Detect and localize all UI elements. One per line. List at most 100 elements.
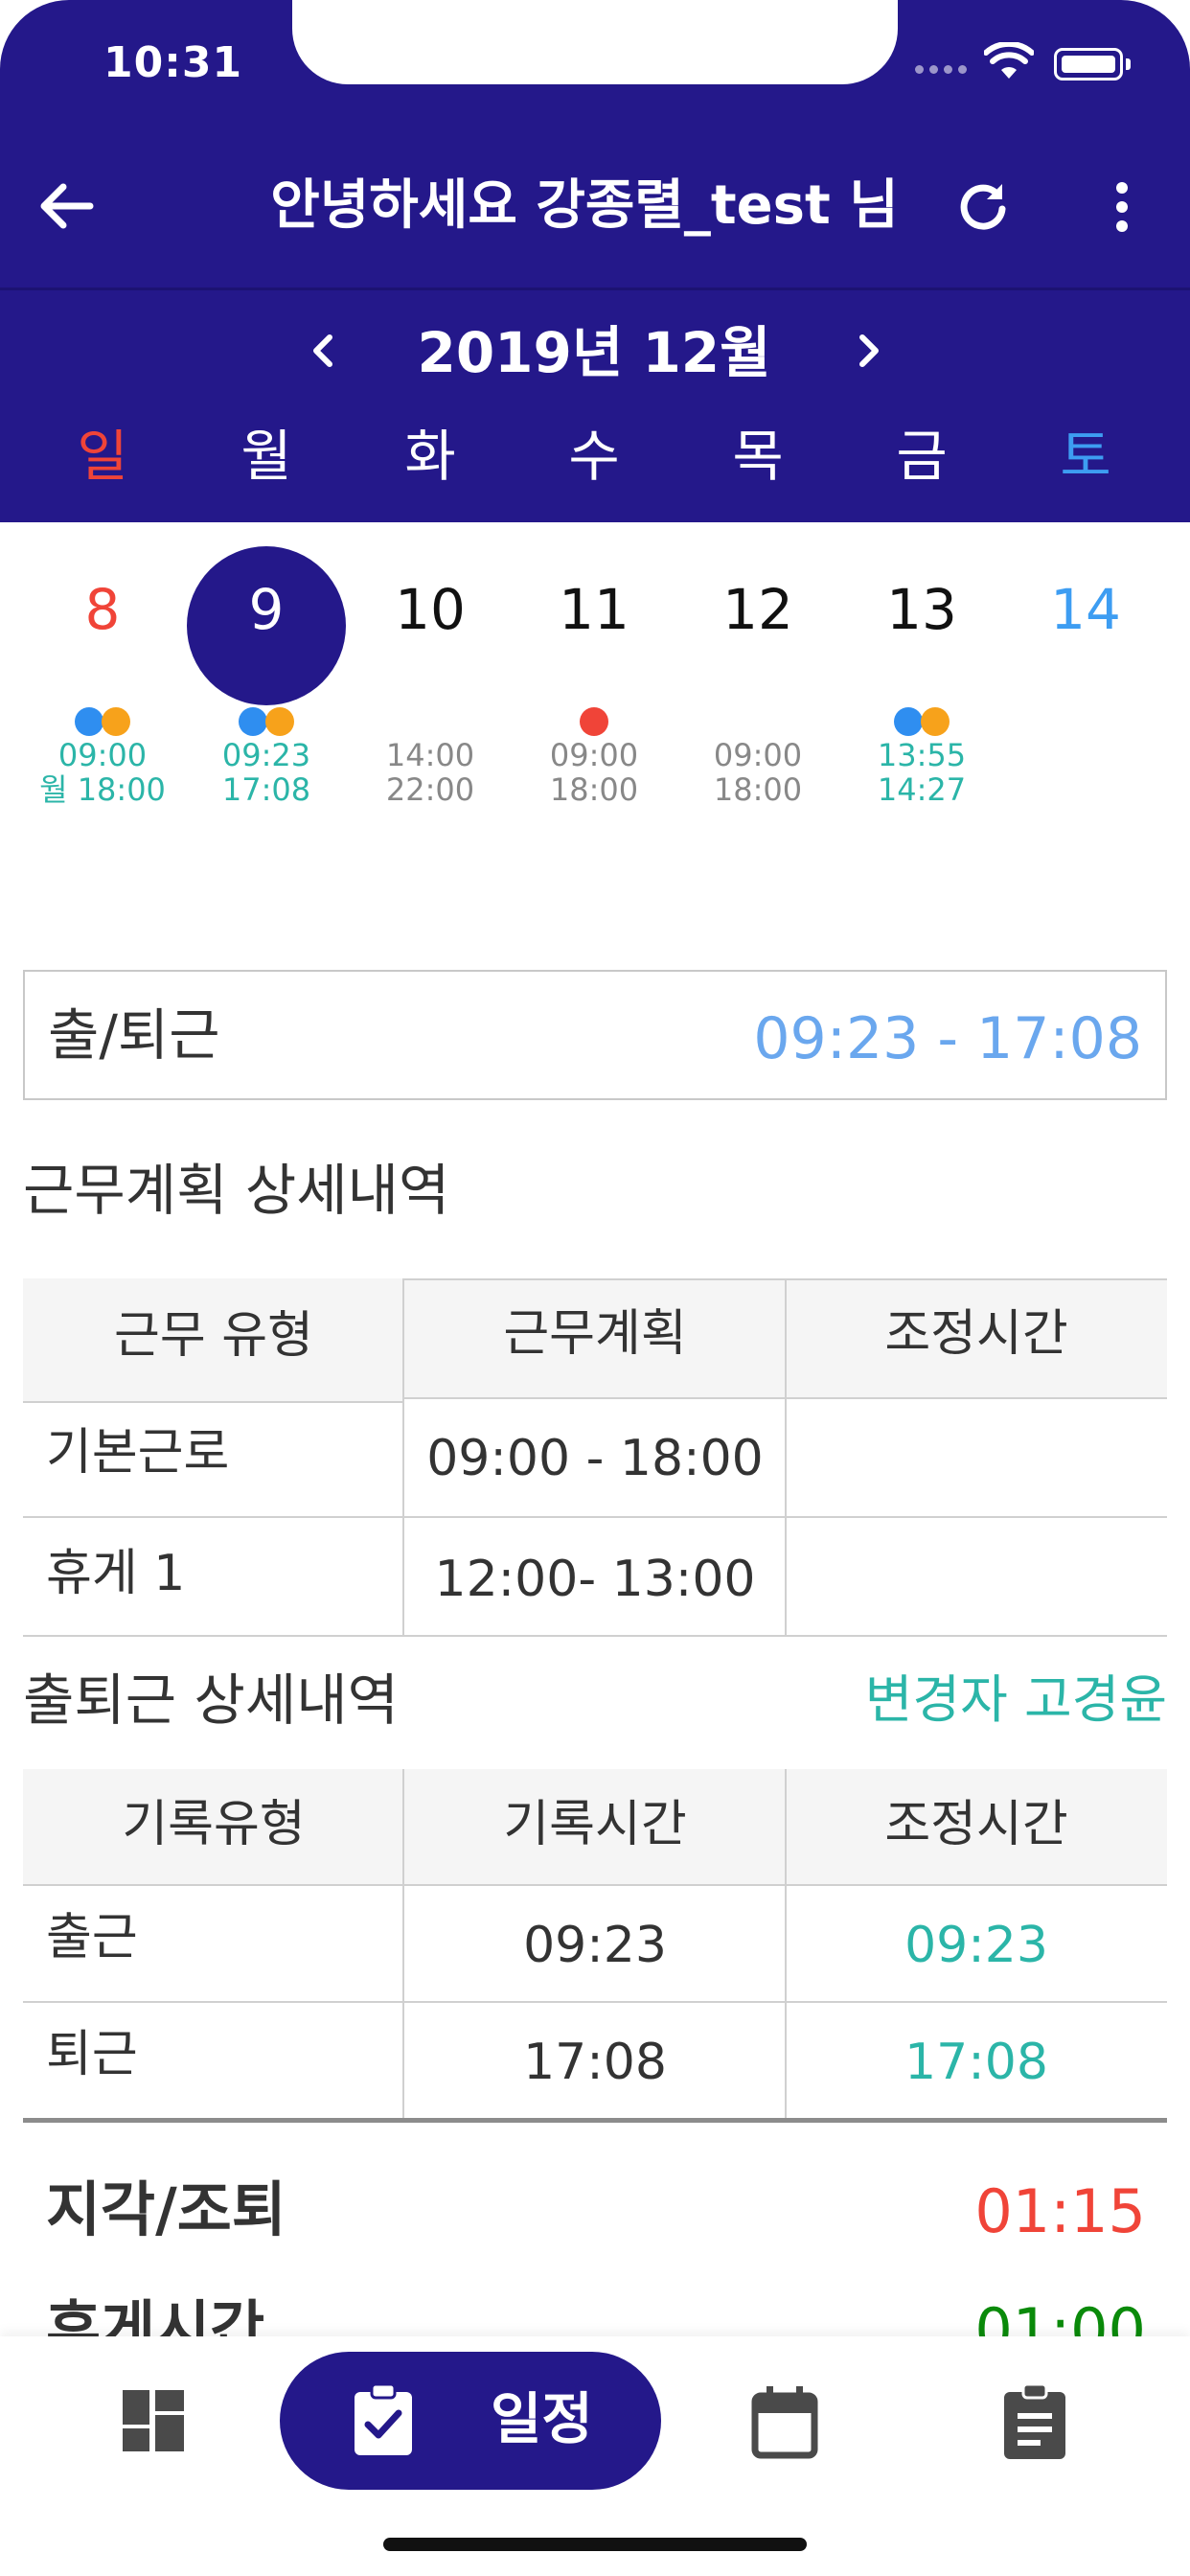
status-dot [102, 707, 130, 736]
day-cell-13[interactable]: 13 13:55 14:27 [840, 546, 1003, 815]
day-time-end: 17:08 [221, 771, 311, 808]
day-time-end: 18:00 [549, 771, 639, 808]
late-early-label: 지각/조퇴 [46, 2174, 286, 2244]
commute-table: 기록유형 기록시간 조정시간 출근 09:23 09:23 퇴근 17:08 1… [23, 1769, 1167, 2123]
day-number: 14 [1050, 577, 1121, 642]
battery-icon [1054, 48, 1123, 80]
commute-header-adjusted: 조정시간 [884, 1796, 1068, 1853]
day-cell-8[interactable]: 8 09:00 월 18:00 [21, 546, 184, 815]
weekday-mon: 월 [240, 424, 292, 489]
weekday-fri: 금 [896, 424, 948, 489]
tab-schedule[interactable]: 일정 [280, 2352, 661, 2490]
status-dot [921, 707, 950, 736]
header-divider [0, 288, 1190, 290]
day-time-end: 월 18:00 [39, 771, 166, 808]
day-times: 09:00 18:00 [513, 738, 675, 807]
day-status-dots [349, 707, 512, 738]
day-number: 9 [248, 577, 285, 642]
battery-tip [1126, 58, 1131, 70]
chevron-left-icon[interactable] [295, 322, 353, 380]
weekday-header-row: 일 월 화 수 목 금 토 [0, 420, 1190, 496]
nav-bar: 안녕하세요 강종렬_test 님 [0, 153, 1190, 259]
work-plan-row2-type: 휴게 1 [46, 1545, 186, 1602]
status-bar-icons [915, 42, 1135, 86]
work-plan-row2-plan: 12:00- 13:00 [434, 1551, 756, 1608]
work-plan-row1-type: 기본근로 [46, 1424, 230, 1482]
day-status-dots [185, 707, 348, 738]
work-plan-row1-plan: 09:00 - 18:00 [426, 1430, 764, 1487]
day-status-dots [513, 707, 675, 738]
day-times: 13:55 14:27 [840, 738, 1003, 807]
attendance-label: 출/퇴근 [48, 1002, 220, 1068]
day-time-start: 13:55 [877, 737, 967, 773]
day-times: 09:23 17:08 [185, 738, 348, 807]
status-dot [75, 707, 103, 736]
dashboard-icon[interactable] [123, 2390, 184, 2451]
month-navigator: 2019년 12월 [0, 316, 1190, 393]
day-number: 13 [886, 577, 957, 642]
chevron-right-icon[interactable] [839, 322, 897, 380]
attendance-summary-card: 출/퇴근 09:23 - 17:08 [23, 970, 1167, 1100]
day-time-end: 14:27 [877, 771, 967, 808]
day-cell-11[interactable]: 11 09:00 18:00 [513, 546, 675, 815]
device-notch [292, 0, 898, 84]
day-time-start: 09:00 [57, 737, 148, 773]
tab-schedule-label: 일정 [491, 2386, 593, 2451]
status-dot [239, 707, 267, 736]
day-cell-12[interactable]: 12 09:00 18:00 [676, 546, 839, 815]
commute-header-recorded: 기록시간 [503, 1796, 687, 1853]
back-arrow-icon[interactable] [36, 176, 96, 236]
weekday-tue: 화 [404, 424, 456, 489]
commute-row1-type: 출근 [46, 1909, 138, 1966]
home-indicator [383, 2538, 807, 2551]
commute-section-title: 출퇴근 상세내역 [23, 1668, 399, 1733]
day-cell-10[interactable]: 10 14:00 22:00 [349, 546, 512, 815]
commute-row2-adjusted: 17:08 [904, 2034, 1048, 2091]
day-status-dots [840, 707, 1003, 738]
work-plan-header-plan: 근무계획 [503, 1305, 687, 1363]
day-number: 11 [559, 577, 629, 642]
day-status-dots [21, 707, 184, 738]
commute-row1-adjusted: 09:23 [904, 1917, 1048, 1974]
status-bar-time: 10:31 [103, 38, 243, 87]
commute-row2-recorded: 17:08 [523, 2034, 667, 2091]
bottom-tab-bar: 일정 [0, 2336, 1190, 2576]
day-number: 12 [722, 577, 793, 642]
status-dot [265, 707, 294, 736]
day-times: 09:00 18:00 [676, 738, 839, 807]
late-early-value: 01:15 [974, 2176, 1146, 2246]
work-plan-section-title: 근무계획 상세내역 [23, 1158, 450, 1223]
changed-by-label: 변경자 고경윤 [864, 1669, 1167, 1730]
page-title: 안녕하세요 강종렬_test 님 [270, 174, 899, 237]
more-vertical-icon[interactable] [1098, 178, 1146, 236]
refresh-icon[interactable] [954, 178, 1012, 236]
commute-row1-recorded: 09:23 [523, 1917, 667, 1974]
day-status-dots [676, 707, 839, 738]
wifi-icon [984, 42, 1034, 79]
weekday-wed: 수 [568, 424, 620, 489]
status-dot [580, 707, 608, 736]
calendar-icon[interactable] [751, 2386, 818, 2459]
attendance-value: 09:23 - 17:08 [753, 1005, 1142, 1072]
weekday-sun: 일 [77, 424, 128, 489]
work-plan-header-adjusted: 조정시간 [884, 1305, 1068, 1363]
day-status-dots [1004, 707, 1167, 738]
day-time-start: 14:00 [385, 737, 475, 773]
weekday-thu: 목 [732, 424, 784, 489]
work-plan-header-type: 근무 유형 [114, 1307, 313, 1365]
table-bottom-border [23, 2118, 1167, 2123]
day-time-start: 09:00 [549, 737, 639, 773]
day-cell-14[interactable]: 14 [1004, 546, 1167, 815]
work-plan-table: 근무 유형 근무계획 조정시간 기본근로 09:00 - 18:00 휴게 1 … [23, 1278, 1167, 1637]
day-cell-9[interactable]: 9 09:23 17:08 [185, 546, 348, 815]
day-times: 14:00 22:00 [349, 738, 512, 807]
weekday-sat: 토 [1060, 424, 1111, 489]
clipboard-check-icon [355, 2384, 412, 2455]
week-calendar-row: 8 09:00 월 18:00 9 09:23 17:08 10 14:00 2… [0, 546, 1190, 815]
day-times: 09:00 월 18:00 [21, 738, 184, 807]
status-dot [894, 707, 923, 736]
commute-header-type: 기록유형 [122, 1796, 306, 1853]
clipboard-list-icon[interactable] [1004, 2382, 1065, 2459]
current-month-label: 2019년 12월 [417, 320, 771, 385]
app-header: 10:31 안녕하세요 강종렬_test 님 2019년 12월 일 월 화 수… [0, 0, 1190, 522]
